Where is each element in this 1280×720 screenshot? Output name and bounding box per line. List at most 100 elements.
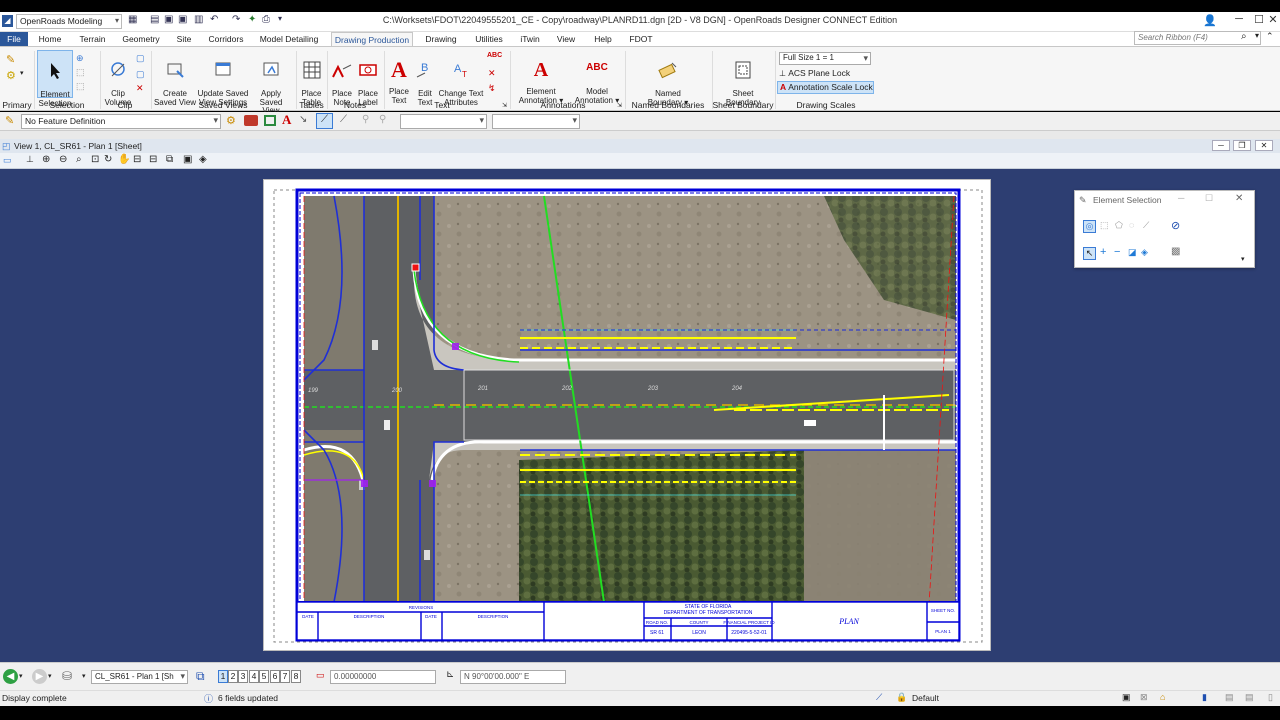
undo-icon[interactable]: ↶ [210, 14, 218, 25]
home-status-icon[interactable]: ⌂ [1160, 692, 1165, 702]
text-style-icon[interactable]: A [282, 112, 291, 128]
toolbar-select-1[interactable] [400, 114, 487, 129]
dialog-close-button[interactable]: ✕ [1235, 193, 1243, 204]
clip-back-icon[interactable]: ▢ [136, 69, 145, 80]
window-area-icon[interactable]: ⌕ [76, 154, 82, 165]
measure-icon[interactable]: ⟋ [340, 114, 347, 125]
annotations-launcher-icon[interactable]: ⇲ [617, 102, 622, 109]
clip-front-icon[interactable]: ▢ [136, 53, 145, 64]
text-tool-icon[interactable]: ✕ [488, 68, 496, 79]
print-icon[interactable]: ⎙ [262, 14, 270, 25]
select-mode-icon[interactable]: ⬚ [76, 81, 85, 92]
messages-icon[interactable]: ▤ [1225, 692, 1234, 703]
line-method-icon[interactable]: ⟋ [1143, 220, 1149, 231]
save-status-icon[interactable]: ▣ [1122, 692, 1131, 703]
element-selection-button[interactable]: Element Selection [37, 50, 73, 107]
quick-access-save-icon[interactable]: ▣ [164, 14, 173, 25]
select-all-mode-icon[interactable]: ◈ [1141, 247, 1148, 258]
pan-view-icon[interactable]: ✋ [118, 154, 130, 165]
tab-site[interactable]: Site [172, 32, 196, 46]
text-launcher-icon[interactable]: ⇲ [502, 102, 507, 109]
add-mode-icon[interactable]: + [1100, 246, 1106, 258]
view-restore-button[interactable]: ❐ [1233, 140, 1251, 151]
dialog-maximize-button[interactable]: ☐ [1205, 193, 1213, 204]
view-next-icon[interactable]: ⊟ [149, 154, 157, 165]
dialog-expand-icon[interactable]: ▾ [1241, 255, 1245, 263]
fit-view-icon[interactable]: ⊡ [91, 154, 99, 165]
view-display-icon[interactable]: ▣ [183, 154, 192, 165]
shape-method-icon[interactable]: ⬠ [1115, 220, 1123, 231]
minimize-button[interactable]: ─ [1228, 13, 1250, 31]
attributes-icon[interactable]: ⚙ [6, 69, 16, 82]
view-button-3[interactable]: 3 [238, 670, 248, 683]
place-label-button[interactable]: Place Label [355, 52, 381, 107]
text-tool-2-icon[interactable]: ↯ [488, 83, 496, 94]
tab-drawing[interactable]: Drawing [422, 32, 460, 46]
close-button[interactable]: ✕ [1262, 13, 1280, 31]
view-button-7[interactable]: 7 [280, 670, 290, 683]
search-dropdown-icon[interactable]: ▾ [1255, 31, 1259, 40]
distance-field[interactable]: 0.00000000 [330, 670, 436, 684]
tab-corridors[interactable]: Corridors [204, 32, 248, 46]
workflow-select[interactable]: OpenRoads Modeling [16, 14, 122, 29]
invert-mode-icon[interactable]: ◪ [1128, 247, 1137, 258]
tab-help[interactable]: Help [590, 32, 616, 46]
spell-check-icon[interactable]: ABC [487, 52, 502, 59]
edit-text-button[interactable]: B Edit Text [413, 52, 437, 107]
accudraw-icon[interactable]: ⟋ [876, 692, 882, 703]
view-groups-icon[interactable]: ⧉ [196, 669, 205, 684]
color-icon[interactable] [244, 115, 258, 126]
place-text-button[interactable]: A Place Text [386, 50, 412, 105]
collapse-ribbon-icon[interactable]: ⌃ [1266, 31, 1274, 42]
place-note-button[interactable]: Place Note [329, 52, 355, 107]
direction-field[interactable]: N 90°00'00.000" E [460, 670, 566, 684]
view-button-4[interactable]: 4 [249, 670, 259, 683]
tab-model-detailing[interactable]: Model Detailing [256, 32, 322, 46]
select-all-icon[interactable]: ⊕ [76, 53, 84, 64]
snap-icon[interactable]: ⟋ [316, 113, 333, 129]
redo-icon[interactable]: ↷ [232, 14, 240, 25]
customize-icon[interactable]: ▾ [278, 14, 282, 23]
primary-dropdown-icon[interactable]: ▾ [20, 69, 24, 77]
quick-access-new-icon[interactable]: ▦ [128, 14, 137, 25]
sheet-boundary-button[interactable]: Sheet Boundary [722, 52, 764, 107]
view-close-button[interactable]: ✕ [1255, 140, 1273, 151]
tab-geometry[interactable]: Geometry [118, 32, 164, 46]
view-attributes-icon[interactable]: ▭ [3, 155, 12, 166]
models-icon[interactable]: ⛁ [62, 669, 72, 683]
dialog-minimize-button[interactable]: ─ [1178, 193, 1184, 203]
circle-method-icon[interactable]: ◌ [1129, 220, 1134, 230]
element-annotation-button[interactable]: A Element Annotation ▾ [514, 50, 568, 105]
tab-view[interactable]: View [553, 32, 579, 46]
view-previous-icon[interactable]: ⊟ [133, 154, 141, 165]
design-history-icon[interactable]: ⊠ [1140, 692, 1148, 703]
tab-terrain[interactable]: Terrain [75, 32, 110, 46]
search-icon[interactable]: ⌕ [1241, 31, 1247, 42]
back-icon[interactable]: ◀ [3, 669, 18, 684]
forward-dropdown-icon[interactable]: ▾ [48, 672, 52, 680]
back-dropdown-icon[interactable]: ▾ [19, 672, 23, 680]
feature-definition-select[interactable]: No Feature Definition [21, 114, 221, 129]
tab-home[interactable]: Home [33, 32, 67, 46]
toolbar-select-2[interactable] [492, 114, 580, 129]
view-button-6[interactable]: 6 [270, 670, 280, 683]
tab-utilities[interactable]: Utilities [470, 32, 508, 46]
drawing-scale-select[interactable]: Full Size 1 = 1 [779, 52, 871, 65]
view-button-8[interactable]: 8 [291, 670, 301, 683]
clip-volume-button[interactable]: Clip Volume [102, 52, 134, 107]
connect-icon[interactable]: ▮ [1202, 692, 1207, 703]
rotate-view-icon[interactable]: ↻ [104, 154, 112, 165]
weight-icon[interactable]: ↘ [299, 114, 307, 125]
pin-icon[interactable]: ✦ [248, 14, 256, 25]
view-button-5[interactable]: 5 [259, 670, 269, 683]
zoom-out-icon[interactable]: ⊖ [59, 154, 67, 165]
selection-info-icon[interactable]: ▩ [1171, 246, 1180, 257]
fence-icon[interactable]: ⬚ [76, 67, 85, 78]
block-method-icon[interactable]: ⬚ [1100, 220, 1109, 231]
explorer-icon[interactable]: ✎ [6, 53, 15, 66]
quick-access-open-icon[interactable]: ▤ [150, 14, 159, 25]
subtract-mode-icon[interactable]: − [1114, 246, 1120, 258]
line-style-icon[interactable] [264, 115, 276, 126]
clear-selection-icon[interactable]: ⊘ [1171, 219, 1180, 232]
tab-file[interactable]: File [0, 32, 28, 46]
